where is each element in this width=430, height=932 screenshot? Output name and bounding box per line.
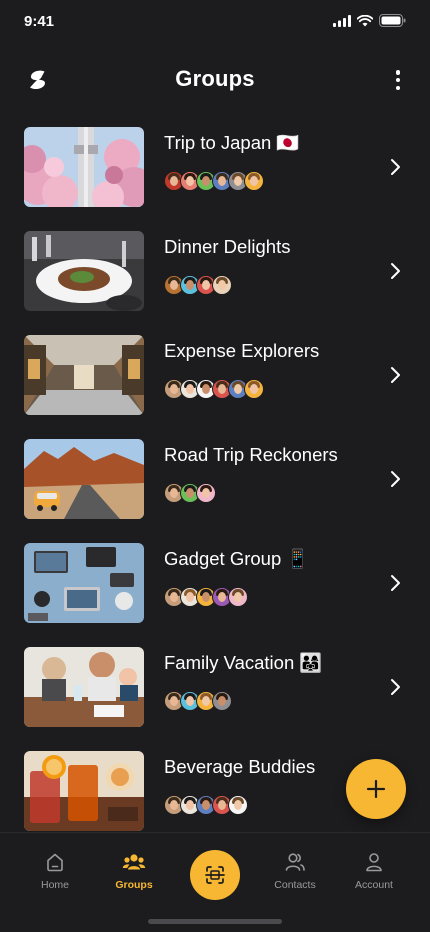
avatar	[228, 795, 248, 815]
group-thumbnail	[24, 127, 144, 207]
group-name: Dinner Delights	[164, 236, 291, 257]
group-thumbnail	[24, 647, 144, 727]
group-name: Family Vacation 👨‍👩‍👧	[164, 652, 323, 673]
group-name: Beverage Buddies	[164, 756, 316, 777]
group-thumbnail	[24, 543, 144, 623]
chevron-right-icon	[391, 575, 400, 591]
home-indicator	[148, 919, 282, 924]
scan-icon	[205, 866, 225, 884]
more-dot-icon	[395, 70, 401, 75]
avatar	[244, 379, 264, 399]
wifi-icon	[357, 14, 373, 26]
group-list: Trip to Japan 🇯🇵 Dinner Delights Expense…	[0, 127, 430, 832]
chevron-right-icon	[391, 679, 400, 695]
bottom-tab-bar: Home Groups Contacts Account	[0, 832, 430, 932]
member-avatars	[164, 171, 264, 191]
group-thumbnail	[24, 231, 144, 311]
group-list-item[interactable]: Family Vacation 👨‍👩‍👧	[0, 647, 430, 729]
status-bar: 9:41	[0, 0, 430, 44]
group-name: Trip to Japan 🇯🇵	[164, 132, 300, 153]
tab-account[interactable]: Account	[334, 851, 414, 891]
group-name: Gadget Group 📱	[164, 548, 310, 569]
member-avatars	[164, 691, 232, 711]
member-avatars	[164, 483, 216, 503]
status-time: 9:41	[24, 13, 55, 30]
account-icon	[366, 853, 382, 872]
avatar	[212, 691, 232, 711]
status-icons	[333, 14, 406, 27]
group-list-item[interactable]: Gadget Group 📱	[0, 543, 430, 625]
header: Groups	[0, 56, 430, 104]
avatar	[212, 275, 232, 295]
member-avatars	[164, 795, 248, 815]
member-avatars	[164, 379, 264, 399]
tab-label: Groups	[115, 879, 153, 891]
group-thumbnail	[24, 439, 144, 519]
more-dot-icon	[395, 77, 401, 83]
add-group-button[interactable]	[346, 759, 406, 819]
chevron-right-icon	[391, 159, 400, 175]
tab-label: Home	[40, 879, 69, 891]
more-options-button[interactable]	[392, 68, 404, 92]
member-avatars	[164, 275, 232, 295]
tab-contacts[interactable]: Contacts	[255, 851, 335, 891]
avatar	[228, 587, 248, 607]
group-list-item[interactable]: Road Trip Reckoners	[0, 439, 430, 521]
scan-receipt-button[interactable]	[190, 850, 240, 900]
group-name: Road Trip Reckoners	[164, 444, 338, 465]
page-title: Groups	[175, 66, 255, 91]
avatar	[244, 171, 264, 191]
tab-home[interactable]: Home	[15, 851, 95, 891]
group-thumbnail	[24, 751, 144, 831]
group-list-item[interactable]: Expense Explorers	[0, 335, 430, 417]
chevron-right-icon	[391, 367, 400, 383]
tab-label: Contacts	[274, 879, 316, 891]
group-name: Expense Explorers	[164, 340, 320, 361]
contacts-icon	[285, 853, 305, 871]
plus-icon	[366, 779, 386, 799]
home-icon	[47, 853, 63, 872]
tab-label: Account	[355, 879, 393, 891]
groups-icon	[122, 854, 146, 870]
member-avatars	[164, 587, 248, 607]
tab-groups[interactable]: Groups	[94, 851, 174, 891]
group-list-item[interactable]: Trip to Japan 🇯🇵	[0, 127, 430, 209]
group-list-item[interactable]: Dinner Delights	[0, 231, 430, 313]
chevron-right-icon	[391, 471, 400, 487]
cellular-signal-icon	[333, 14, 351, 27]
avatar	[196, 483, 216, 503]
group-thumbnail	[24, 335, 144, 415]
battery-icon	[379, 14, 406, 27]
chevron-right-icon	[391, 263, 400, 279]
more-dot-icon	[395, 85, 401, 90]
